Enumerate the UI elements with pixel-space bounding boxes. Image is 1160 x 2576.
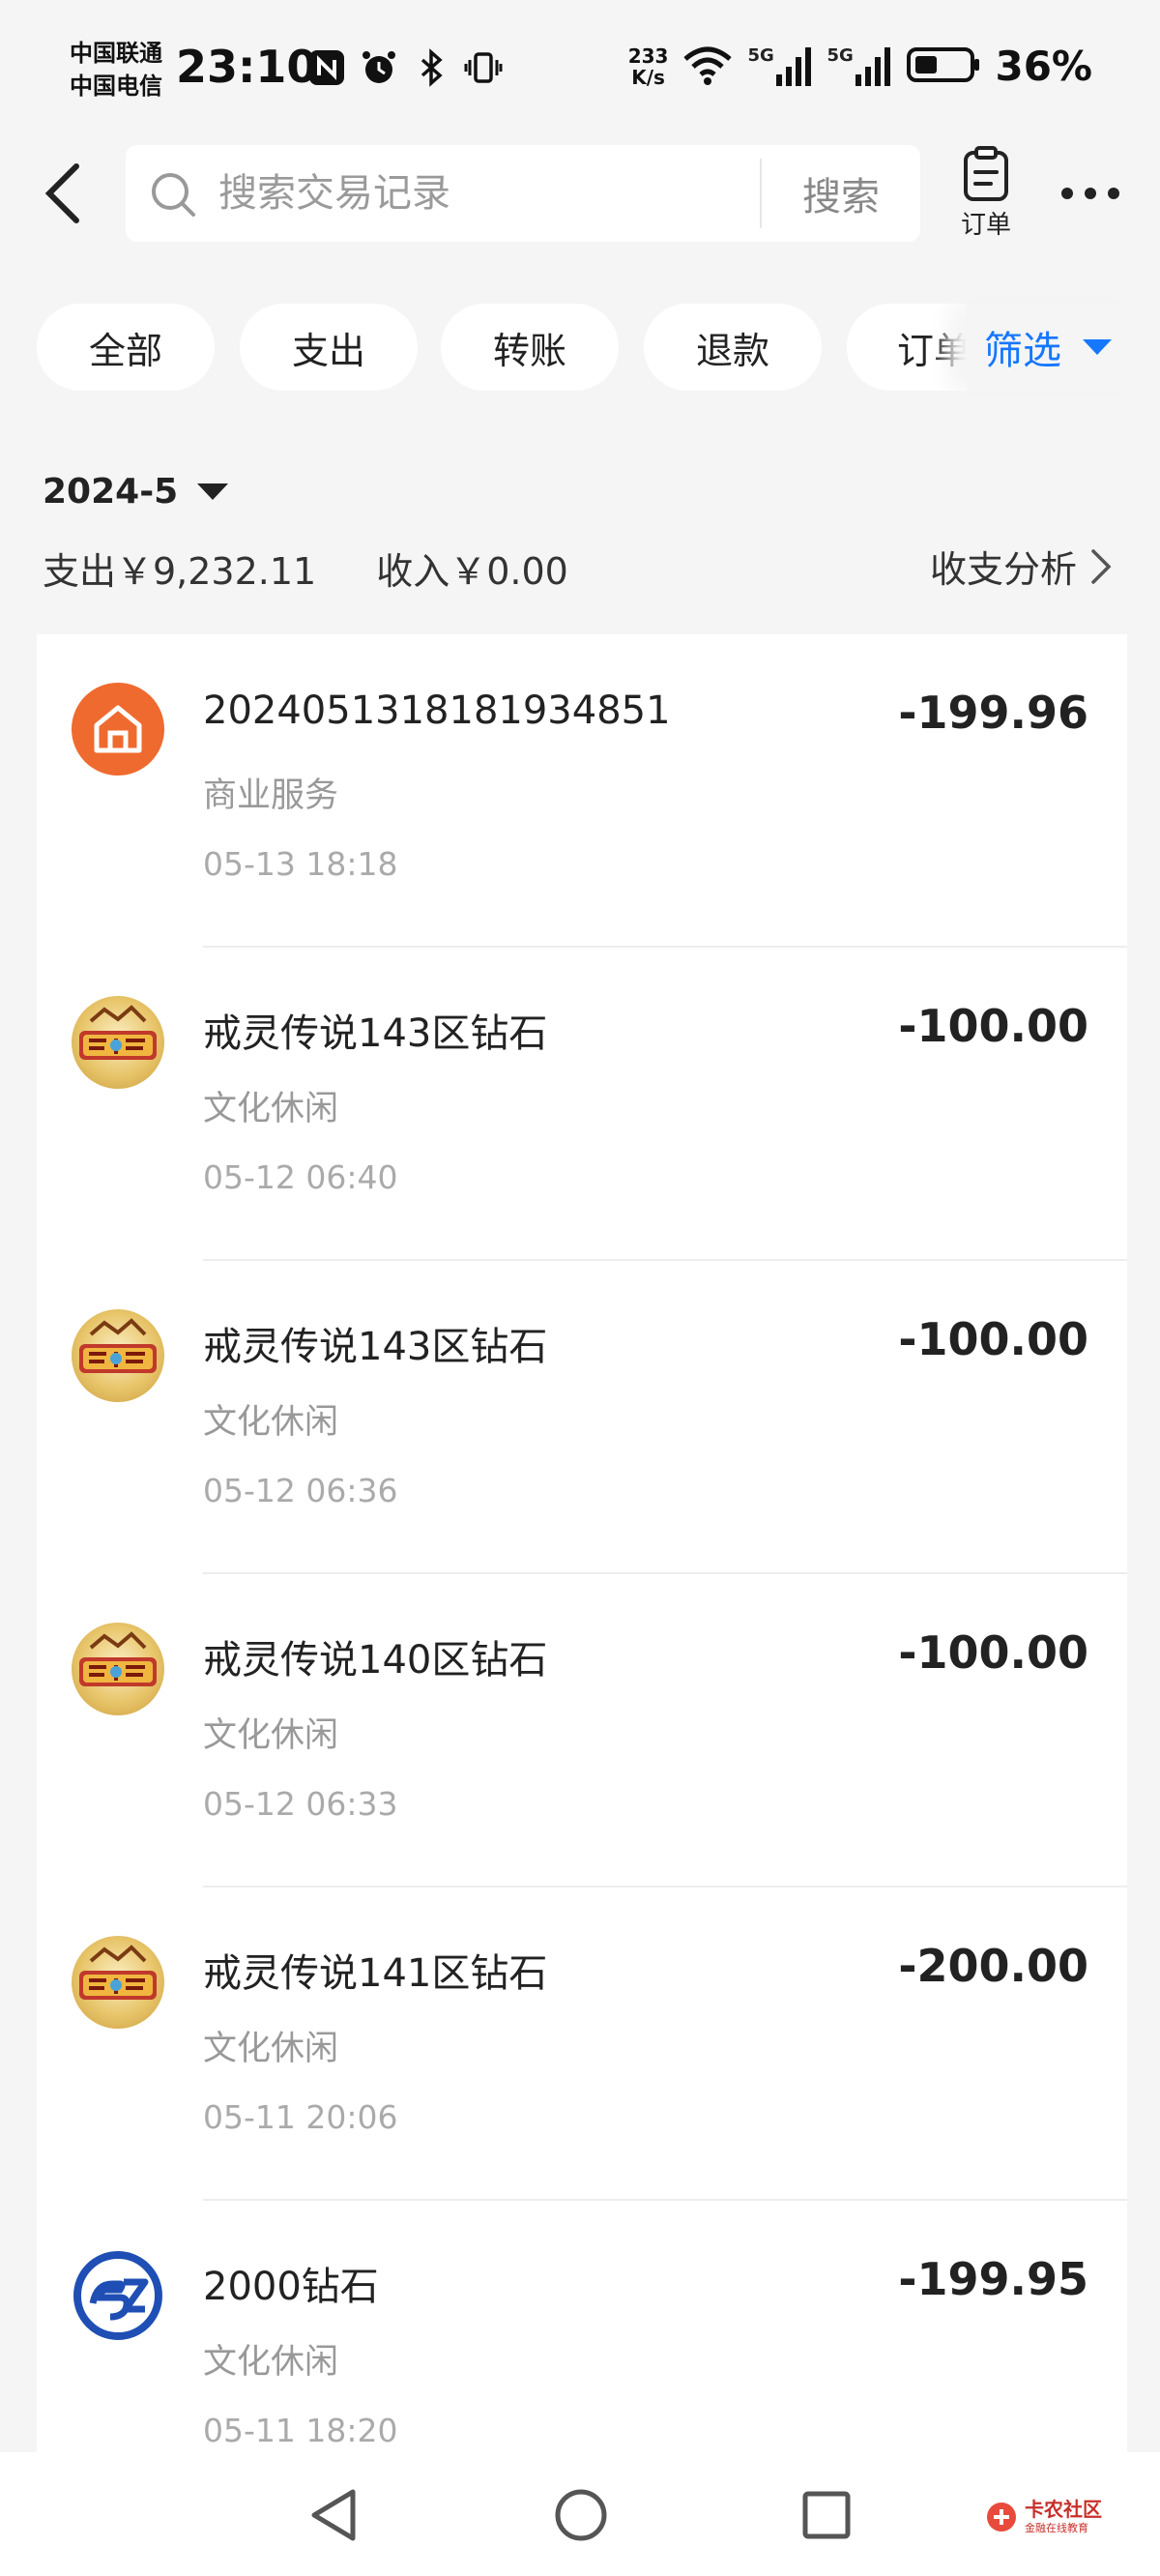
status-icons-right: 233 K/s 5G 5G 36% (628, 43, 1092, 90)
month-label: 2024-5 (43, 472, 179, 512)
chip-all[interactable]: 全部 (37, 304, 215, 391)
list-item[interactable]: 戒灵传说143区钻石 文化休闲 05-12 06:36 -100.00 (37, 1261, 1127, 1574)
chip-order[interactable]: 订单 (847, 304, 967, 391)
carrier-names: 中国联通 中国电信 (70, 37, 162, 102)
transaction-title: 202405131818193485​1 (203, 688, 671, 733)
vibrate-icon (464, 46, 503, 89)
square-recents-icon (802, 2491, 851, 2539)
watermark: 卡农社区 金融在线教育 (984, 2499, 1102, 2535)
transaction-amount: -100.00 (898, 1000, 1088, 1052)
network-speed: 233 K/s (627, 44, 669, 89)
transaction-category: 文化休闲 (203, 1716, 339, 1755)
status-bar: 中国联通 中国电信 23:10 233 K/s 5G 5G 36% (0, 0, 1160, 135)
transaction-list: 202405131818193485​1 商业服务 05-13 18:18 -1… (37, 634, 1127, 2452)
list-item[interactable]: 2000钻石 文化休闲 05-11 18:20 -199.95 (37, 2201, 1127, 2452)
list-item[interactable]: 戒灵传说141区钻石 文化休闲 05-11 20:06 -200.00 (37, 1888, 1127, 2201)
transaction-category: 文化休闲 (203, 2343, 339, 2382)
month-selector[interactable]: 2024-5 (43, 472, 229, 512)
circle-home-icon (555, 2489, 607, 2541)
transaction-title: 戒灵传说140区钻石 (203, 1638, 548, 1683)
system-nav-bar: 卡农社区 金融在线教育 (0, 2452, 1160, 2576)
filter-label: 筛选 (984, 329, 1061, 373)
transaction-title: 戒灵传说143区钻石 (203, 1325, 548, 1369)
transaction-time: 05-13 18:18 (203, 845, 398, 883)
caret-down-icon (197, 483, 229, 500)
transaction-category: 文化休闲 (203, 1403, 339, 1442)
house-icon (72, 683, 164, 776)
transaction-time: 05-11 18:20 (203, 2412, 398, 2449)
signal-5g-icon: 5G (747, 45, 813, 88)
order-button[interactable]: 订单 (947, 145, 1025, 251)
caret-down-icon (1083, 339, 1112, 355)
transaction-category: 文化休闲 (203, 1090, 339, 1128)
carrier-1: 中国联通 (70, 40, 162, 67)
nav-back-button[interactable] (300, 2481, 367, 2549)
transaction-time: 05-11 20:06 (203, 2098, 398, 2136)
transaction-category: 文化休闲 (203, 2030, 339, 2068)
nfc-icon (307, 46, 346, 89)
game-logo-icon (72, 1309, 164, 1402)
transaction-time: 05-12 06:40 (203, 1158, 398, 1196)
signal-5g-icon-2: 5G (826, 45, 892, 88)
bluetooth-icon (412, 46, 450, 89)
search-box[interactable]: 搜索 (126, 145, 920, 242)
sz-logo-icon (72, 2249, 164, 2342)
watermark-sub: 金融在线教育 (1025, 2522, 1088, 2534)
filter-button[interactable]: 筛选 (967, 304, 1160, 391)
order-label: 订单 (960, 211, 1011, 240)
chip-expense[interactable]: 支出 (240, 304, 418, 391)
carrier-2: 中国电信 (70, 73, 162, 100)
triangle-back-icon (311, 2489, 356, 2541)
search-icon (149, 170, 197, 219)
nav-recents-button[interactable] (793, 2481, 860, 2549)
watermark-name: 卡农社区 (1025, 2498, 1102, 2521)
transaction-title: 2000钻石 (203, 2265, 379, 2309)
month-summary: 支出￥9,232.11 收入￥0.00 (43, 542, 568, 595)
transaction-amount: -100.00 (898, 1313, 1088, 1365)
battery-percent: 36% (995, 43, 1092, 90)
transaction-time: 05-12 06:33 (203, 1785, 398, 1823)
game-logo-icon (72, 1623, 164, 1715)
transaction-title: 戒灵传说141区钻石 (203, 1951, 548, 1996)
back-button[interactable] (29, 155, 97, 232)
clipboard-icon (964, 146, 1008, 201)
chip-refund[interactable]: 退款 (644, 304, 822, 391)
transaction-amount: -199.95 (898, 2253, 1088, 2305)
analysis-label: 收支分析 (929, 548, 1077, 591)
watermark-logo-icon (987, 2503, 1016, 2532)
list-item[interactable]: 戒灵传说143区钻石 文化休闲 05-12 06:40 -100.00 (37, 948, 1127, 1261)
more-button[interactable] (1052, 174, 1129, 213)
game-logo-icon (72, 996, 164, 1089)
nav-home-button[interactable] (547, 2481, 615, 2549)
search-button[interactable]: 搜索 (762, 145, 920, 242)
filter-chips: 全部 支出 转账 退款 订单 (0, 304, 967, 391)
transaction-time: 05-12 06:36 (203, 1472, 398, 1509)
chevron-right-icon (1091, 548, 1112, 584)
alarm-icon (360, 46, 398, 89)
chip-transfer[interactable]: 转账 (441, 304, 619, 391)
more-dot-icon (1085, 188, 1096, 199)
transaction-title: 戒灵传说143区钻石 (203, 1011, 548, 1056)
clock: 23:10 (176, 41, 318, 93)
more-dot-icon (1108, 188, 1119, 199)
list-item[interactable]: 202405131818193485​1 商业服务 05-13 18:18 -1… (37, 634, 1127, 948)
transaction-amount: -200.00 (898, 1940, 1088, 1992)
income-total: 收入￥0.00 (376, 550, 568, 593)
transaction-category: 商业服务 (203, 776, 339, 815)
transaction-amount: -100.00 (898, 1626, 1088, 1679)
wifi-icon (682, 44, 734, 90)
analysis-link[interactable]: 收支分析 (930, 540, 1112, 593)
battery-icon (906, 44, 981, 90)
list-item[interactable]: 戒灵传说140区钻石 文化休闲 05-12 06:33 -100.00 (37, 1574, 1127, 1888)
more-dot-icon (1061, 188, 1073, 199)
game-logo-icon (72, 1936, 164, 2029)
search-input[interactable] (218, 166, 760, 220)
chevron-left-icon (44, 163, 79, 223)
status-icons-left (307, 46, 503, 89)
transaction-amount: -199.96 (898, 687, 1088, 739)
expense-total: 支出￥9,232.11 (43, 550, 317, 593)
